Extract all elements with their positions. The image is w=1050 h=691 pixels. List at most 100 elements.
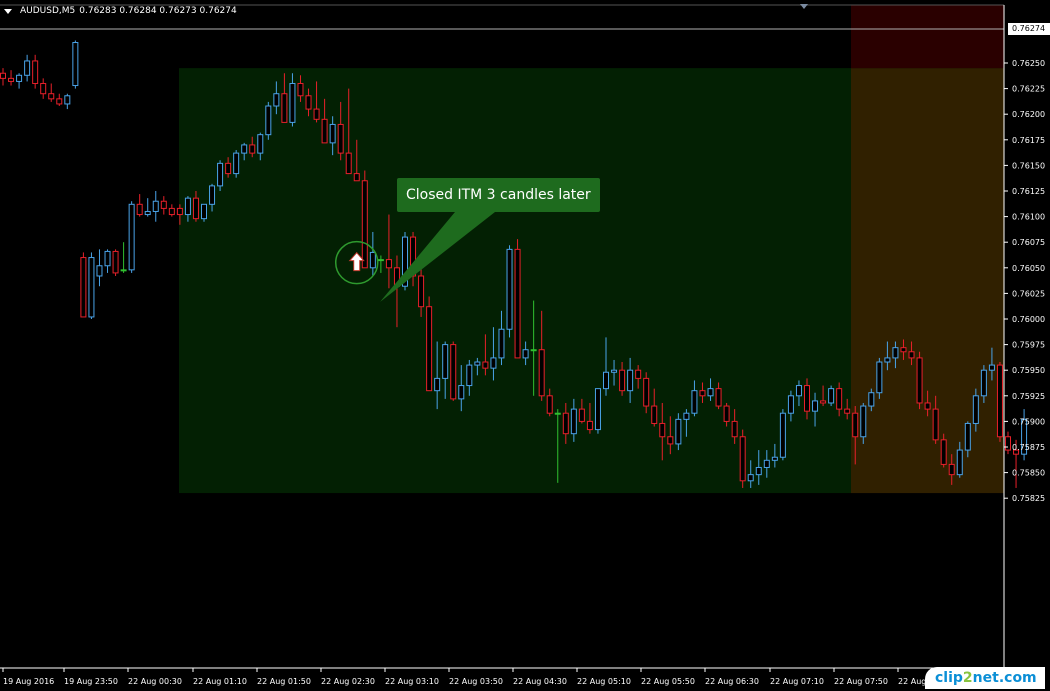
x-tick-label: 22 Aug 06:30 (705, 677, 759, 686)
annotation-text: Closed ITM 3 candles later (406, 187, 591, 203)
x-tick-label: 22 Aug 03:10 (385, 677, 439, 686)
candle-body (24, 60, 31, 76)
clip2net-watermark: clip 2 net.com (925, 667, 1045, 689)
y-tick-label: 0.76150 (1012, 161, 1045, 170)
candle-body (844, 408, 851, 414)
candle-body (168, 207, 175, 216)
candle-body (112, 250, 119, 274)
candle-body (498, 328, 505, 359)
candle-body (715, 388, 722, 407)
candle-body (611, 369, 618, 373)
candle-body (313, 108, 320, 120)
candle-body (651, 405, 658, 424)
candle-body (699, 390, 706, 397)
candle-body (546, 395, 553, 414)
candle-body (964, 422, 971, 451)
x-tick-label: 22 Aug 03:50 (449, 677, 503, 686)
candle-body (972, 395, 979, 424)
y-tick-label: 0.76225 (1012, 85, 1045, 94)
candle-body (482, 361, 489, 369)
candle-body (570, 408, 577, 435)
candle-body (184, 197, 191, 216)
candle-body (201, 203, 207, 220)
candle-body (506, 248, 513, 330)
candle-body (667, 436, 674, 445)
candle-body (514, 248, 521, 359)
y-tick-label: 0.75825 (1012, 494, 1045, 503)
candle-body (289, 82, 296, 123)
y-tick-label: 0.76250 (1012, 59, 1045, 68)
candle-body (787, 395, 794, 414)
y-tick-label: 0.76100 (1012, 213, 1045, 222)
y-tick-label: 0.75850 (1012, 469, 1045, 478)
candle-body (369, 251, 376, 269)
candle-body (466, 364, 473, 387)
candle-body (763, 459, 770, 468)
candle-body (434, 377, 441, 392)
candle-body (747, 474, 754, 482)
candle-body (884, 357, 891, 363)
candle-body (152, 200, 159, 212)
candle-body (64, 95, 71, 105)
y-tick-label: 0.76000 (1012, 315, 1045, 324)
candle-body (305, 95, 312, 110)
chart-header: AUDUSD,M5 0.76283 0.76284 0.76273 0.7627… (4, 6, 237, 16)
x-tick-label: 22 Aug 05:10 (577, 677, 631, 686)
x-tick-label: 22 Aug 07:10 (770, 677, 824, 686)
candle-body (739, 436, 746, 482)
x-tick-label: 19 Aug 2016 (3, 677, 54, 686)
candle-body (88, 257, 95, 318)
candle-body (297, 82, 304, 97)
candle-body (353, 173, 360, 182)
dropdown-triangle-icon[interactable] (4, 8, 12, 14)
candle-body (996, 364, 1003, 438)
candle-body (594, 388, 601, 431)
candle-body (56, 98, 63, 105)
candle-body (48, 93, 55, 100)
candle-body (691, 390, 698, 414)
candle-body (707, 388, 714, 397)
candle-body (980, 369, 987, 397)
y-tick-label: 0.76200 (1012, 110, 1045, 119)
x-tick-label: 19 Aug 23:50 (64, 677, 118, 686)
x-tick-label: 22 Aug 01:50 (257, 677, 311, 686)
candle-body (8, 77, 15, 82)
candle-body (852, 412, 859, 438)
candle-body (868, 392, 875, 407)
candle-body (128, 203, 135, 271)
candle-body (828, 388, 835, 404)
candle-body (643, 377, 650, 407)
annotation-callout[interactable]: Closed ITM 3 candles later (397, 178, 600, 212)
candle-body (771, 456, 778, 461)
candle-body (337, 123, 344, 154)
y-tick-label: 0.76050 (1012, 264, 1045, 273)
candle-body (820, 400, 827, 404)
candle-body (755, 466, 762, 476)
watermark-part2: 2 (962, 670, 973, 686)
candle-body (217, 162, 224, 187)
candle-body (225, 162, 232, 175)
candle-body (1005, 436, 1011, 451)
zone-red (851, 5, 1004, 69)
current-price-label: 0.76274 (1008, 23, 1050, 35)
candle-body (578, 408, 585, 422)
candle-body (723, 405, 730, 422)
candle-body (892, 347, 899, 359)
price-chart[interactable]: 0.76250 0.76225 0.76200 0.76175 0.76150 0.761… (0, 0, 1050, 691)
y-tick-label: 0.76075 (1012, 238, 1045, 247)
candle-body (779, 412, 786, 458)
shift-marker-icon[interactable] (800, 4, 808, 9)
candle-body (442, 344, 449, 379)
candle-body (233, 152, 240, 175)
candle-body (40, 82, 47, 95)
candle-body (635, 369, 642, 379)
candle-body (345, 152, 352, 175)
candle-body (281, 93, 288, 123)
candle-body (554, 412, 561, 415)
zone-brown (851, 68, 1004, 494)
candle-body (385, 259, 392, 269)
symbol-label: AUDUSD,M5 (20, 6, 76, 16)
candle-body (522, 349, 529, 359)
chart-window[interactable]: 0.76250 0.76225 0.76200 0.76175 0.76150 0.761… (0, 0, 1050, 691)
candle-body (249, 144, 256, 154)
